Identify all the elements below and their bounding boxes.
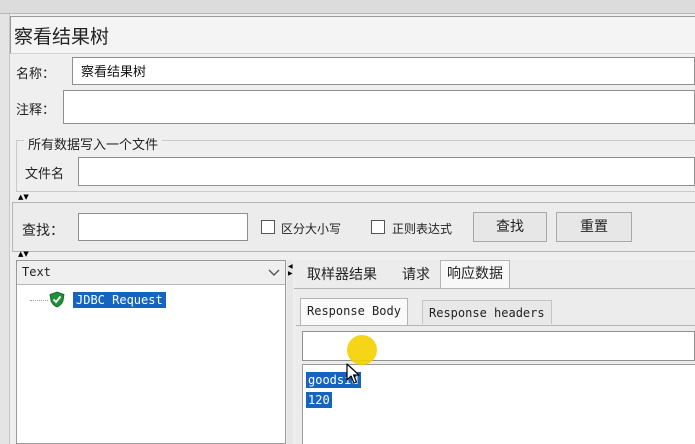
filename-input[interactable]: [78, 157, 695, 186]
regex-label: 正则表达式: [392, 222, 453, 236]
frame-left-edge: [0, 14, 10, 444]
tab-sampler-result[interactable]: 取样器结果: [301, 262, 383, 288]
reset-button[interactable]: 重置: [556, 212, 632, 242]
results-tree-pane: [16, 260, 286, 444]
renderer-select-value: Text: [22, 265, 51, 279]
response-line: 120: [306, 392, 332, 408]
subtab-response-headers[interactable]: Response headers: [422, 300, 552, 324]
mouse-pointer-icon: [346, 363, 360, 384]
tree-node-jdbc-request[interactable]: JDBC Request: [73, 292, 166, 308]
window-top-strip: [0, 0, 695, 14]
shield-check-icon: [49, 291, 65, 308]
search-label: 查找：: [22, 223, 64, 239]
renderer-select[interactable]: [17, 261, 285, 285]
pane-divider-arrows[interactable]: ◀ ▶: [288, 263, 293, 277]
splitter-collapse-arrows[interactable]: ▲▼: [18, 194, 29, 201]
title-panel: [10, 16, 695, 54]
search-input[interactable]: [78, 213, 248, 241]
subtab-response-body[interactable]: Response Body: [300, 298, 408, 325]
comment-label: 注释：: [16, 103, 56, 118]
tab-strip-border: [294, 288, 695, 289]
case-sensitive-label: 区分大小写: [281, 222, 342, 236]
case-sensitive-checkbox[interactable]: [261, 220, 275, 234]
file-output-group-title: 所有数据写入一个文件: [24, 134, 163, 153]
page-title: 察看结果树: [14, 26, 110, 48]
name-input[interactable]: 察看结果树: [72, 57, 695, 85]
name-label: 名称：: [16, 67, 56, 82]
comment-input[interactable]: [63, 90, 695, 124]
tab-response-data[interactable]: 响应数据: [440, 260, 510, 289]
filename-label: 文件名: [25, 167, 65, 182]
chevron-down-icon[interactable]: [268, 269, 280, 277]
tree-connector-line: [30, 300, 48, 301]
subtab-strip-border: [296, 325, 695, 326]
find-button[interactable]: 查找: [473, 212, 547, 242]
splitter-collapse-arrows-2[interactable]: ▲▼: [18, 251, 29, 258]
cursor-highlight: [347, 335, 377, 365]
tab-request[interactable]: 请求: [396, 262, 436, 288]
pane-divider[interactable]: [287, 260, 293, 444]
regex-checkbox[interactable]: [371, 220, 385, 234]
